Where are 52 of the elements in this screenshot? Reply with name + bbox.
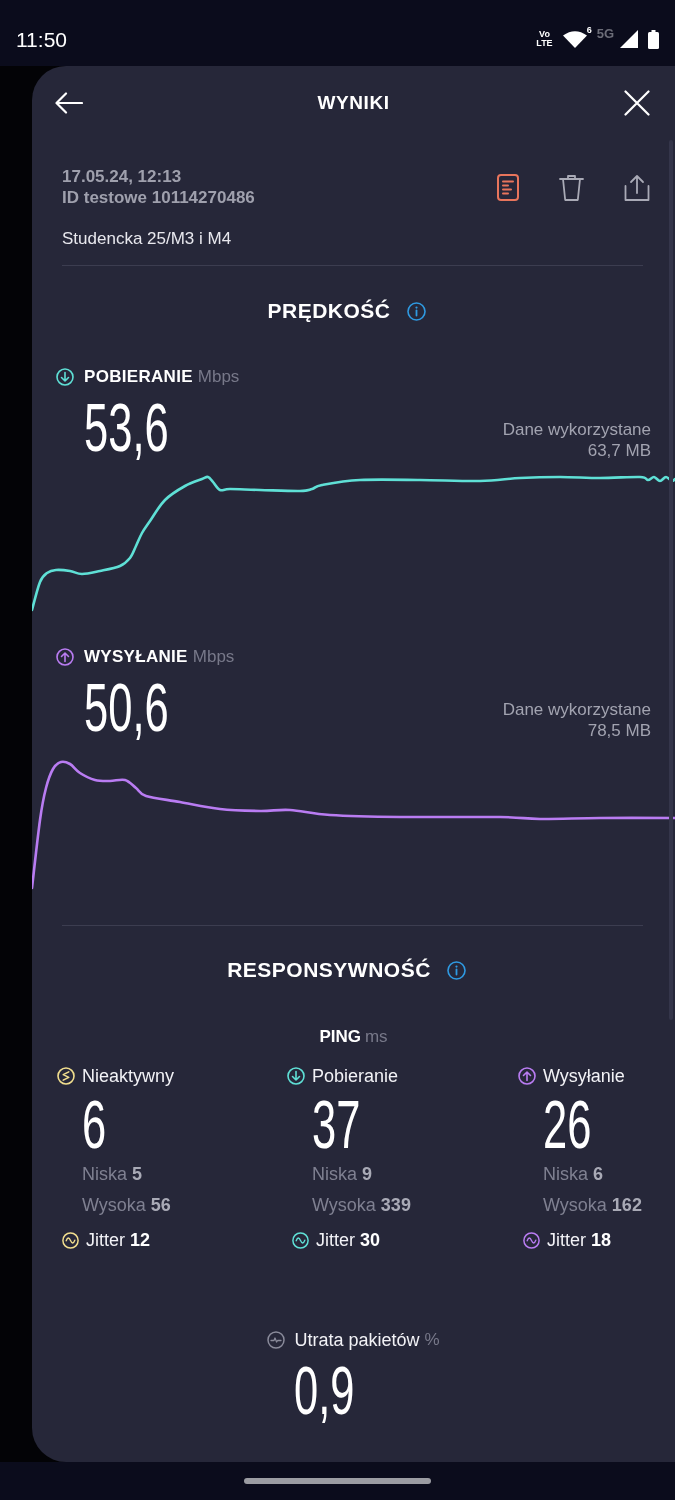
low-ping: Niska 6 [543, 1162, 604, 1186]
ping-value: 37 [312, 1089, 361, 1158]
trash-icon[interactable] [559, 173, 584, 201]
packet-loss-label: Utrata pakietów [294, 1329, 420, 1351]
wifi-standard-label: 6 [586, 25, 592, 35]
test-location: Studencka 25/M3 i M4 [62, 227, 233, 249]
high-ping: Wysoka 162 [543, 1193, 642, 1217]
ping-label: PING [319, 1027, 361, 1047]
low-ping: Niska 5 [82, 1162, 143, 1186]
metric-label: POBIERANIE [84, 367, 193, 387]
data-used-label: Dane wykorzystane [502, 698, 651, 720]
section-title: RESPONSYWNOŚĆ [227, 958, 431, 982]
status-time: 11:50 [16, 28, 67, 52]
metric-label: WYSYŁANIE [84, 647, 188, 667]
packet-loss-value: 0,9 [294, 1355, 355, 1424]
speed-value: 50,6 [84, 672, 169, 741]
home-handle[interactable] [244, 1478, 431, 1484]
low-ping: Niska 9 [312, 1162, 373, 1186]
volte-label: Vo LTE [536, 30, 553, 48]
back-icon[interactable] [55, 92, 83, 114]
pulse-icon [267, 1331, 286, 1349]
ping-value: 26 [543, 1089, 592, 1158]
jitter-value: Jitter 12 [86, 1229, 151, 1251]
jitter-value: Jitter 30 [316, 1229, 381, 1251]
jitter-value: Jitter 18 [547, 1229, 612, 1251]
ping-type-label: Pobieranie [312, 1065, 399, 1087]
data-used-value: 78,5 MB [586, 719, 651, 741]
wifi-icon [562, 30, 587, 48]
unit-label: % [424, 1330, 440, 1350]
unit-label: Mbps [197, 367, 240, 387]
ping-value: 6 [82, 1089, 107, 1158]
high-ping: Wysoka 56 [82, 1193, 171, 1217]
share-icon[interactable] [624, 173, 650, 201]
document-icon[interactable] [497, 173, 519, 201]
high-ping: Wysoka 339 [312, 1193, 411, 1217]
signal-icon [620, 30, 638, 48]
data-used-label: Dane wykorzystane [502, 418, 651, 440]
screen-title: WYNIKI [317, 92, 390, 114]
info-icon[interactable] [446, 960, 466, 980]
unit-label: ms [364, 1027, 388, 1047]
close-icon[interactable] [624, 90, 650, 116]
battery-icon [648, 29, 659, 49]
test-id: ID testowe 10114270486 [62, 186, 255, 208]
test-date: 17.05.24, 12:13 [62, 165, 183, 187]
data-used-value: 63,7 MB [586, 439, 651, 461]
info-icon[interactable] [406, 301, 426, 321]
ping-type-label: Nieaktywny [82, 1065, 175, 1087]
unit-label: Mbps [192, 647, 235, 667]
section-title: PRĘDKOŚĆ [267, 299, 391, 323]
ping-type-label: Wysyłanie [543, 1065, 625, 1087]
speed-value: 53,6 [84, 392, 169, 461]
network-type-label: 5G [596, 27, 614, 41]
